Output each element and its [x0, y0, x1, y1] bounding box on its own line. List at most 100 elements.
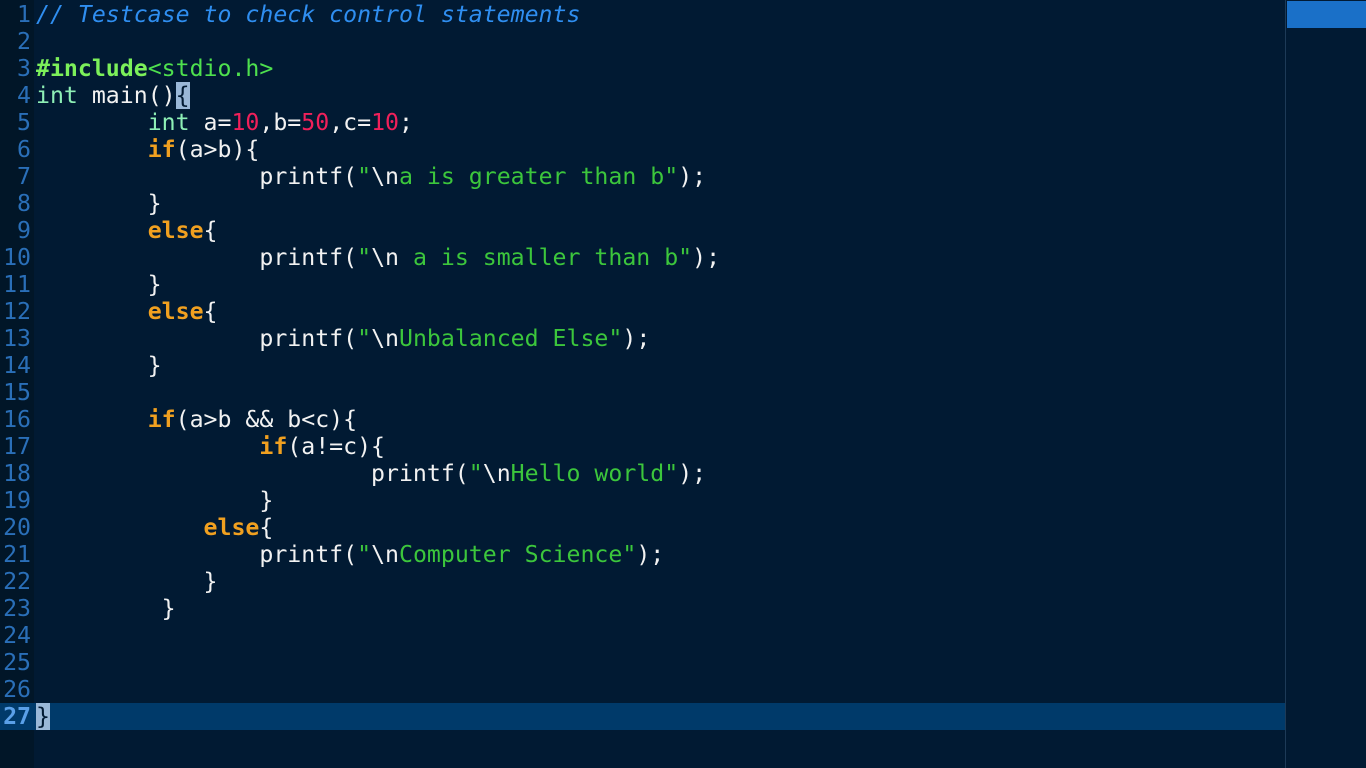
code-token: 10	[371, 109, 400, 136]
code-line[interactable]: 22 }	[0, 568, 1285, 595]
code-line[interactable]: 18 printf("\nHello world");	[0, 460, 1285, 487]
code-token: printf(	[36, 325, 358, 352]
line-code: int a=10,b=50,c=10;	[36, 109, 413, 136]
code-token: if	[259, 433, 288, 460]
code-token: }	[36, 595, 176, 622]
line-number: 14	[3, 352, 31, 379]
line-code: else{	[36, 298, 218, 325]
code-line[interactable]: 2	[0, 28, 1285, 55]
code-line[interactable]: 23 }	[0, 595, 1285, 622]
line-code: }	[36, 352, 162, 379]
code-token: Unbalanced Else"	[398, 325, 623, 352]
line-number: 20	[3, 514, 31, 541]
code-line[interactable]: 27}	[0, 703, 1285, 730]
code-token: {	[259, 514, 274, 541]
line-number: 3	[17, 55, 31, 82]
line-code: else{	[36, 514, 274, 541]
line-number: 22	[3, 568, 31, 595]
code-token: if	[147, 136, 176, 163]
code-token: printf(	[36, 244, 358, 271]
code-line[interactable]: 20 else{	[0, 514, 1285, 541]
line-code: printf("\nHello world");	[36, 460, 706, 487]
line-number: 17	[3, 433, 31, 460]
line-number: 12	[3, 298, 31, 325]
line-number: 5	[17, 109, 31, 136]
line-code: printf("\na is greater than b");	[36, 163, 706, 190]
code-token: printf(	[36, 460, 469, 487]
code-token: printf(	[36, 541, 358, 568]
line-number: 16	[3, 406, 31, 433]
line-code: if(a!=c){	[36, 433, 385, 460]
line-number: 21	[3, 541, 31, 568]
line-code: int main(){	[36, 82, 190, 109]
line-number: 25	[3, 649, 31, 676]
line-number: 6	[17, 136, 31, 163]
code-token: int	[147, 109, 190, 136]
code-token: );	[678, 460, 707, 487]
code-line[interactable]: 5 int a=10,b=50,c=10;	[0, 109, 1285, 136]
code-token: // Testcase to check control statements	[36, 1, 581, 28]
code-token: (a>b){	[175, 136, 260, 163]
code-token: Hello world"	[510, 460, 679, 487]
line-code: }	[36, 190, 162, 217]
code-line[interactable]: 17 if(a!=c){	[0, 433, 1285, 460]
code-editor[interactable]: 1// Testcase to check control statements…	[0, 0, 1285, 768]
line-code: #include<stdio.h>	[36, 55, 273, 82]
code-line[interactable]: 9 else{	[0, 217, 1285, 244]
code-line[interactable]: 7 printf("\na is greater than b");	[0, 163, 1285, 190]
code-line[interactable]: 4 int main(){	[0, 82, 1285, 109]
code-line[interactable]: 12 else{	[0, 298, 1285, 325]
line-number: 10	[3, 244, 31, 271]
code-token: else	[147, 217, 204, 244]
code-line[interactable]: 8 }	[0, 190, 1285, 217]
line-number: 26	[3, 676, 31, 703]
line-number: 23	[3, 595, 31, 622]
code-token: ,b=	[259, 109, 302, 136]
code-token: main()	[77, 82, 176, 109]
code-token: a is greater than b"	[398, 163, 679, 190]
code-line[interactable]: 24	[0, 622, 1285, 649]
code-token: 10	[231, 109, 260, 136]
code-line[interactable]: 21 printf("\nComputer Science");	[0, 541, 1285, 568]
scrollbar-thumb[interactable]	[1287, 1, 1366, 28]
code-line[interactable]: 16 if(a>b && b<c){	[0, 406, 1285, 433]
line-number: 18	[3, 460, 31, 487]
code-token: \n	[482, 460, 511, 487]
line-code: printf("\nComputer Science");	[36, 541, 664, 568]
code-token: Computer Science"	[398, 541, 637, 568]
line-code: // Testcase to check control statements	[36, 1, 580, 28]
code-line[interactable]: 14 }	[0, 352, 1285, 379]
code-token: }	[36, 568, 218, 595]
code-token: a is smaller than b"	[398, 244, 693, 271]
code-token: }	[36, 352, 162, 379]
text-cursor: }	[36, 703, 50, 730]
code-line[interactable]: 15	[0, 379, 1285, 406]
code-token: "	[357, 163, 372, 190]
code-line[interactable]: 10 printf("\n a is smaller than b");	[0, 244, 1285, 271]
code-line[interactable]: 19 }	[0, 487, 1285, 514]
scrollbar[interactable]	[1285, 0, 1366, 768]
code-token: (a>b && b<c){	[175, 406, 358, 433]
code-line[interactable]: 3 #include<stdio.h>	[0, 55, 1285, 82]
line-number: 2	[17, 28, 31, 55]
code-line[interactable]: 26	[0, 676, 1285, 703]
code-token: "	[357, 541, 372, 568]
line-number: 8	[17, 190, 31, 217]
code-token: {	[203, 217, 218, 244]
code-line[interactable]: 11 }	[0, 271, 1285, 298]
code-line[interactable]: 25	[0, 649, 1285, 676]
editor-screen: 1// Testcase to check control statements…	[0, 0, 1366, 768]
line-code: if(a>b && b<c){	[36, 406, 357, 433]
code-token: else	[147, 298, 204, 325]
line-number: 24	[3, 622, 31, 649]
code-token: );	[622, 325, 651, 352]
line-number: 11	[3, 271, 31, 298]
code-line[interactable]: 6 if(a>b){	[0, 136, 1285, 163]
code-token: else	[203, 514, 260, 541]
code-line[interactable]: 1// Testcase to check control statements	[0, 1, 1285, 28]
code-line[interactable]: 13 printf("\nUnbalanced Else");	[0, 325, 1285, 352]
